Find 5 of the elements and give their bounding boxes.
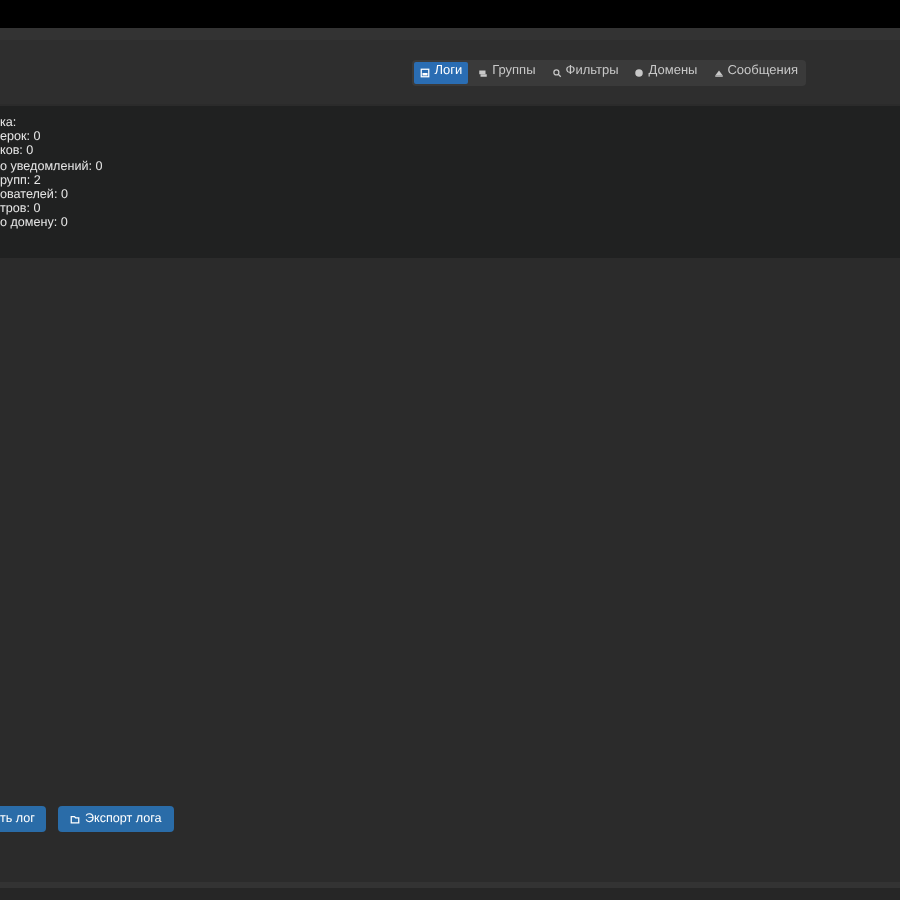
tray-icon	[713, 67, 724, 77]
stack-icon	[478, 67, 489, 77]
folder-icon	[70, 814, 81, 824]
save-icon	[420, 67, 431, 77]
search-icon	[551, 67, 562, 77]
